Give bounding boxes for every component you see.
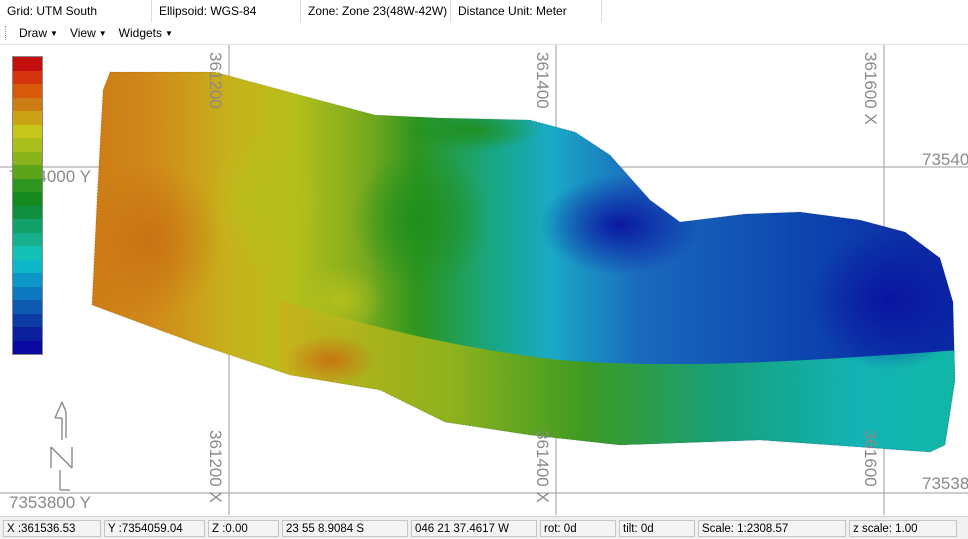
legend-swatch <box>13 286 42 300</box>
terrain-surface[interactable] <box>80 60 968 470</box>
grid-info: Grid: UTM South <box>0 0 152 22</box>
scale: Scale: 1:2308.57 <box>698 519 846 537</box>
legend-swatch <box>13 232 42 246</box>
status-bar: X :361536.53 Y :7354059.04 Z :0.00 23 55… <box>0 516 968 539</box>
latitude: 23 55 8.9084 S <box>282 519 408 537</box>
draw-menu-label: Draw <box>19 26 48 40</box>
legend-swatch <box>13 138 42 152</box>
ellipsoid-info: Ellipsoid: WGS-84 <box>152 0 301 22</box>
legend-swatch <box>13 300 42 314</box>
legend-swatch <box>13 165 42 179</box>
map-view[interactable]: 361200 361400 361600 X 361200 X 361400 X… <box>0 45 968 515</box>
grid-label-y: 7353800 Y <box>9 493 91 512</box>
legend-swatch <box>13 313 42 327</box>
legend-swatch <box>13 219 42 233</box>
grid-label-x: 361200 <box>206 52 225 109</box>
grid-label-x: 361600 <box>861 430 880 487</box>
x-coordinate: X :361536.53 <box>3 519 101 537</box>
grid-label-x: 361400 X <box>533 430 552 503</box>
view-menu[interactable]: View ▼ <box>64 23 113 43</box>
longitude: 046 21 37.4617 W <box>411 519 537 537</box>
grid-label-x: 361400 <box>533 52 552 109</box>
chevron-down-icon: ▼ <box>98 29 107 38</box>
grid-label-x: 361200 X <box>206 430 225 503</box>
toolbar-grip[interactable] <box>5 26 9 40</box>
legend-swatch <box>13 151 42 165</box>
legend-swatch <box>13 192 42 206</box>
view-menu-label: View <box>69 26 96 40</box>
legend-swatch <box>13 70 42 84</box>
widgets-menu[interactable]: Widgets ▼ <box>113 23 179 43</box>
color-scale-legend <box>12 56 43 355</box>
grid-label-x: 361600 X <box>861 52 880 125</box>
zone-info: Zone: Zone 23(48W-42W) <box>301 0 451 22</box>
draw-menu[interactable]: Draw ▼ <box>13 23 64 43</box>
legend-swatch <box>13 124 42 138</box>
grid-label-y: 73540 <box>922 150 968 169</box>
legend-swatch <box>13 327 42 341</box>
y-coordinate: Y :7354059.04 <box>104 519 205 537</box>
legend-swatch <box>13 178 42 192</box>
legend-swatch <box>13 57 42 71</box>
widgets-menu-label: Widgets <box>118 26 163 40</box>
map-canvas[interactable]: 361200 361400 361600 X 361200 X 361400 X… <box>0 45 968 515</box>
grid-label-y: 73538 <box>922 474 968 493</box>
z-value: Z :0.00 <box>208 519 279 537</box>
tilt: tilt: 0d <box>619 519 695 537</box>
legend-swatch <box>13 273 42 287</box>
legend-swatch <box>13 259 42 273</box>
legend-swatch <box>13 246 42 260</box>
menu-bar: Draw ▼ View ▼ Widgets ▼ <box>0 22 968 45</box>
legend-swatch <box>13 340 42 354</box>
legend-swatch <box>13 205 42 219</box>
distance-unit-info: Distance Unit: Meter <box>451 0 602 22</box>
legend-swatch <box>13 97 42 111</box>
legend-swatch <box>13 111 42 125</box>
chevron-down-icon: ▼ <box>50 29 58 38</box>
north-arrow-icon <box>50 401 73 491</box>
legend-swatch <box>13 84 42 98</box>
chevron-down-icon: ▼ <box>165 29 173 38</box>
info-bar: Grid: UTM South Ellipsoid: WGS-84 Zone: … <box>0 0 968 23</box>
rotation: rot: 0d <box>540 519 616 537</box>
z-scale: z scale: 1.00 <box>849 519 957 537</box>
